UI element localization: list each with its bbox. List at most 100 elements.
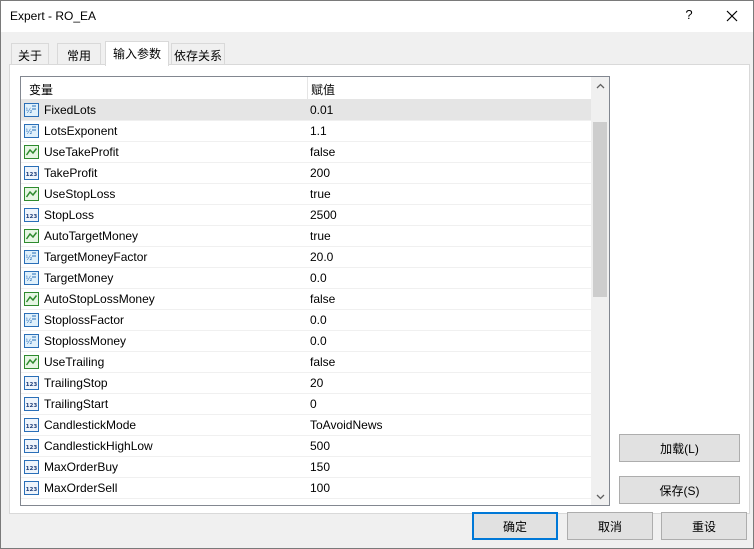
parameter-value[interactable]: 20.0 — [310, 250, 333, 264]
parameter-name: TakeProfit — [44, 166, 98, 180]
parameter-name: TargetMoneyFactor — [44, 250, 148, 264]
parameter-value[interactable]: 0.0 — [310, 271, 327, 285]
parameter-value[interactable]: true — [310, 187, 331, 201]
parameter-name: TargetMoney — [44, 271, 114, 285]
vertical-scrollbar[interactable] — [591, 77, 609, 505]
tab-about[interactable]: 关于 — [11, 43, 49, 65]
parameter-value[interactable]: 1.1 — [310, 124, 327, 138]
help-button[interactable]: ? — [684, 7, 694, 22]
parameter-row[interactable]: 123 StopLoss 2500 — [21, 205, 591, 226]
svg-text:123: 123 — [26, 466, 38, 472]
integer-icon: 123 — [24, 439, 39, 453]
tab-inputs[interactable]: 输入参数 — [105, 41, 169, 66]
parameter-name: StoplossMoney — [44, 334, 127, 348]
svg-text:½: ½ — [26, 317, 33, 325]
list-header: 变量 赋值 — [21, 77, 591, 100]
parameter-name: CandlestickHighLow — [44, 439, 153, 453]
parameter-row[interactable]: AutoTargetMoney true — [21, 226, 591, 247]
cancel-button[interactable]: 取消 — [567, 512, 653, 540]
parameter-row[interactable]: 123 TrailingStop 20 — [21, 373, 591, 394]
parameter-name: StoplossFactor — [44, 313, 125, 327]
parameter-name: AutoStopLossMoney — [44, 292, 155, 306]
tab-common[interactable]: 常用 — [57, 43, 101, 65]
tab-dependencies[interactable]: 依存关系 — [171, 43, 225, 65]
parameter-name: StopLoss — [44, 208, 95, 222]
svg-text:123: 123 — [26, 445, 38, 451]
parameter-name: FixedLots — [44, 103, 97, 117]
parameter-name: UseStopLoss — [44, 187, 116, 201]
parameter-value[interactable]: 0.0 — [310, 313, 327, 327]
boolean-icon — [24, 292, 39, 306]
parameter-value[interactable]: 0.0 — [310, 334, 327, 348]
parameter-row[interactable]: 123 MaxOrderSell 100 — [21, 478, 591, 499]
scroll-thumb[interactable] — [593, 122, 607, 297]
parameter-value[interactable]: 500 — [310, 439, 330, 453]
parameters-list: 变量 赋值 ½ FixedLots 0.01 ½ LotsExponent 1.1 UseT… — [20, 76, 610, 506]
svg-text:½: ½ — [26, 275, 33, 283]
parameter-name: LotsExponent — [44, 124, 118, 138]
window-title: Expert - RO_EA — [10, 9, 97, 23]
column-divider[interactable] — [307, 77, 308, 100]
parameter-name: TrailingStart — [44, 397, 109, 411]
parameter-name: MaxOrderSell — [44, 481, 118, 495]
integer-icon: 123 — [24, 481, 39, 495]
column-header-value[interactable]: 赋值 — [311, 81, 335, 98]
double-value-icon: ½ — [24, 250, 39, 264]
parameter-value[interactable]: 2500 — [310, 208, 337, 222]
svg-text:123: 123 — [26, 214, 38, 220]
parameter-row[interactable]: 123 TakeProfit 200 — [21, 163, 591, 184]
reset-button[interactable]: 重设 — [661, 512, 747, 540]
parameter-value[interactable]: ToAvoidNews — [310, 418, 382, 432]
parameter-value[interactable]: 200 — [310, 166, 330, 180]
save-button[interactable]: 保存(S) — [619, 476, 740, 504]
parameter-row[interactable]: 123 CandlestickHighLow 500 — [21, 436, 591, 457]
parameter-name: MaxOrderBuy — [44, 460, 119, 474]
parameter-value[interactable]: 20 — [310, 376, 323, 390]
parameter-value[interactable]: 100 — [310, 481, 330, 495]
parameter-row[interactable]: ½ LotsExponent 1.1 — [21, 121, 591, 142]
svg-text:123: 123 — [26, 172, 38, 178]
parameter-row[interactable]: UseTakeProfit false — [21, 142, 591, 163]
parameter-row[interactable]: AutoStopLossMoney false — [21, 289, 591, 310]
svg-text:123: 123 — [26, 382, 38, 388]
parameter-row[interactable]: 123 CandlestickMode ToAvoidNews — [21, 415, 591, 436]
integer-icon: 123 — [24, 166, 39, 180]
parameter-value[interactable]: 0.01 — [310, 103, 333, 117]
double-value-icon: ½ — [24, 124, 39, 138]
parameter-rows: ½ FixedLots 0.01 ½ LotsExponent 1.1 UseTakePro… — [21, 100, 591, 499]
parameter-row[interactable]: 123 MaxOrderBuy 150 — [21, 457, 591, 478]
parameter-row[interactable]: UseStopLoss true — [21, 184, 591, 205]
integer-icon: 123 — [24, 418, 39, 432]
parameter-row[interactable]: ½ StoplossMoney 0.0 — [21, 331, 591, 352]
parameter-row[interactable]: ½ TargetMoneyFactor 20.0 — [21, 247, 591, 268]
parameter-row[interactable]: ½ StoplossFactor 0.0 — [21, 310, 591, 331]
parameter-name: TrailingStop — [44, 376, 108, 390]
load-button[interactable]: 加载(L) — [619, 434, 740, 462]
parameter-value[interactable]: false — [310, 145, 335, 159]
parameter-value[interactable]: false — [310, 292, 335, 306]
integer-icon: 123 — [24, 397, 39, 411]
column-header-variable[interactable]: 变量 — [29, 81, 53, 98]
parameter-name: UseTrailing — [44, 355, 105, 369]
scroll-down-button[interactable] — [591, 488, 609, 505]
parameter-row[interactable]: ½ TargetMoney 0.0 — [21, 268, 591, 289]
boolean-icon — [24, 145, 39, 159]
boolean-icon — [24, 187, 39, 201]
parameter-value[interactable]: false — [310, 355, 335, 369]
parameter-value[interactable]: true — [310, 229, 331, 243]
parameter-name: UseTakeProfit — [44, 145, 119, 159]
scroll-up-button[interactable] — [591, 77, 609, 94]
svg-text:½: ½ — [26, 254, 33, 262]
parameter-value[interactable]: 0 — [310, 397, 317, 411]
ok-button[interactable]: 确定 — [472, 512, 558, 540]
double-value-icon: ½ — [24, 334, 39, 348]
close-button[interactable] — [722, 6, 742, 26]
parameter-row[interactable]: 123 TrailingStart 0 — [21, 394, 591, 415]
parameter-row[interactable]: UseTrailing false — [21, 352, 591, 373]
svg-text:123: 123 — [26, 403, 38, 409]
boolean-icon — [24, 229, 39, 243]
parameter-value[interactable]: 150 — [310, 460, 330, 474]
double-value-icon: ½ — [24, 271, 39, 285]
title-bar: Expert - RO_EA ? — [1, 1, 753, 32]
parameter-row[interactable]: ½ FixedLots 0.01 — [21, 100, 591, 121]
